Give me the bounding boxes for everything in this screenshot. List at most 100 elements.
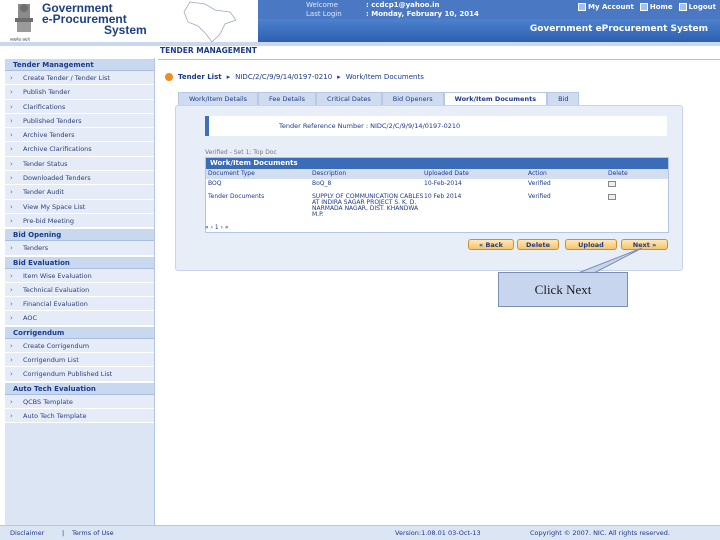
column-header: Document Type — [208, 170, 255, 177]
sidebar-section-auto-tech-evaluation[interactable]: Auto Tech Evaluation — [5, 381, 154, 395]
welcome-label: Welcome — [306, 1, 339, 9]
cell-uploaded-date: 10-Feb-2014 — [424, 180, 462, 187]
arrow-icon: › — [10, 74, 13, 82]
sidebar-item-aoc[interactable]: › AOC — [5, 311, 154, 326]
footer: Disclaimer | Terms of Use Version:1.08.0… — [0, 525, 720, 540]
sidebar-item-tenders[interactable]: › Tenders — [5, 241, 154, 256]
sidebar-item-archive-clarifications[interactable]: › Archive Clarifications — [5, 142, 154, 157]
table-caption: Work/Item Documents — [206, 158, 668, 169]
cell-description[interactable]: BoQ_8 — [312, 181, 424, 192]
column-header: Delete — [608, 170, 628, 177]
sidebar-item-my-space-list[interactable]: › View My Space List — [5, 199, 154, 214]
arrow-icon: › — [10, 145, 13, 154]
tab-work-item-details[interactable]: Work/Item Details — [178, 92, 259, 105]
sidebar-item-qcbs-template[interactable]: › QCBS Template — [5, 394, 154, 409]
arrow-icon: › — [10, 102, 13, 111]
arrow-icon: › — [10, 300, 13, 309]
sidebar-item-corrigendum-published-list[interactable]: › Corrigendum Published List — [5, 367, 154, 382]
table-row: BOQ BoQ_8 10-Feb-2014 Verified — [206, 179, 668, 192]
sidebar-item-label: View My Space List — [23, 202, 86, 211]
breadcrumb-tender-id[interactable]: NIDC/2/C/9/9/14/0197-0210 — [235, 73, 332, 81]
column-header: Uploaded Date — [424, 170, 469, 177]
sidebar-item-label: Technical Evaluation — [23, 285, 90, 294]
delete-checkbox[interactable] — [608, 194, 616, 200]
table-pager[interactable]: « ‹ 1 › » — [205, 224, 229, 231]
sidebar-item-downloaded-tenders[interactable]: › Downloaded Tenders — [5, 171, 154, 186]
state-emblem-icon — [15, 4, 33, 32]
chevron-right-icon: ▸ — [226, 73, 231, 81]
column-header: Action — [528, 170, 547, 177]
delete-button[interactable]: Delete — [517, 239, 559, 250]
cell-action[interactable]: Verified — [528, 181, 608, 192]
breadcrumb-tender-list[interactable]: Tender List — [178, 73, 222, 81]
system-title-bar: Government eProcurement System — [258, 19, 720, 42]
sidebar: Tender Management › Create Tender / Tende… — [5, 58, 155, 528]
arrow-icon: › — [10, 370, 13, 379]
sidebar-item-create-corrigendum[interactable]: › Create Corrigendum — [5, 338, 154, 354]
sidebar-section-tender-management[interactable]: Tender Management — [5, 58, 154, 71]
tab-work-item-documents[interactable]: Work/Item Documents — [443, 92, 548, 105]
table-row: Tender Documents SUPPLY OF COMMUNICATION… — [206, 192, 668, 222]
header: सत्यमेव जयते Government e-Procurement Sy… — [0, 0, 720, 44]
home-label: Home — [649, 3, 673, 11]
tab-fee-details[interactable]: Fee Details — [258, 92, 317, 105]
brand-line: System — [104, 23, 147, 37]
sidebar-item-label: Corrigendum List — [23, 356, 79, 365]
site-brand[interactable]: Government e-Procurement System — [42, 2, 147, 37]
delete-checkbox[interactable] — [608, 181, 616, 187]
sidebar-item-tender-audit[interactable]: › Tender Audit — [5, 185, 154, 200]
sidebar-item-financial-evaluation[interactable]: › Financial Evaluation — [5, 297, 154, 312]
sidebar-section-bid-opening[interactable]: Bid Opening — [5, 228, 154, 242]
sidebar-item-label: Corrigendum Published List — [23, 370, 113, 379]
tab-bid-openers[interactable]: Bid Openers — [381, 92, 444, 105]
breadcrumb-current: Work/Item Documents — [345, 73, 424, 81]
sidebar-item-label: Tender Status — [23, 159, 68, 168]
work-item-documents-table: Work/Item Documents Document Type Descri… — [205, 157, 669, 233]
last-login-value: : Monday, February 10, 2014 — [366, 10, 479, 18]
sidebar-item-tender-status[interactable]: › Tender Status — [5, 156, 154, 172]
arrow-icon: › — [10, 131, 13, 140]
sidebar-item-create-tender[interactable]: › Create Tender / Tender List — [5, 71, 154, 86]
sidebar-item-auto-tech-template[interactable]: › Auto Tech Template — [5, 408, 154, 424]
callout-pointer-icon — [577, 248, 643, 274]
logout-link[interactable]: Logout — [678, 3, 716, 11]
sidebar-item-technical-evaluation[interactable]: › Technical Evaluation — [5, 282, 154, 298]
terms-link[interactable]: Terms of Use — [72, 529, 114, 537]
sidebar-item-label: Archive Tenders — [23, 131, 75, 140]
sidebar-section-bid-evaluation[interactable]: Bid Evaluation — [5, 255, 154, 269]
arrow-icon: › — [10, 314, 13, 323]
sidebar-item-label: Financial Evaluation — [23, 300, 88, 309]
sidebar-item-label: Published Tenders — [23, 116, 82, 125]
tab-critical-dates[interactable]: Critical Dates — [316, 92, 382, 105]
sidebar-item-label: AOC — [23, 314, 37, 323]
my-account-link[interactable]: My Account — [578, 3, 634, 11]
breadcrumb: Tender List ▸ NIDC/2/C/9/9/14/0197-0210 … — [165, 73, 424, 81]
cell-action[interactable]: Verified — [528, 194, 608, 222]
sidebar-item-item-wise-evaluation[interactable]: › Item Wise Evaluation — [5, 268, 154, 283]
sidebar-item-label: Create Corrigendum — [23, 341, 90, 350]
sidebar-item-publish-tender[interactable]: › Publish Tender — [5, 85, 154, 100]
arrow-icon: › — [10, 174, 13, 183]
sidebar-item-archive-tenders[interactable]: › Archive Tenders — [5, 128, 154, 143]
logout-icon — [678, 3, 687, 11]
sidebar-item-corrigendum-list[interactable]: › Corrigendum List — [5, 353, 154, 368]
arrow-icon: › — [10, 88, 13, 97]
home-icon — [639, 3, 648, 11]
sidebar-section-corrigendum[interactable]: Corrigendum — [5, 325, 154, 339]
arrow-icon: › — [10, 271, 13, 280]
welcome-value: : ccdcp1@yahoo.in — [366, 1, 440, 9]
sidebar-item-clarifications[interactable]: › Clarifications — [5, 99, 154, 114]
disclaimer-link[interactable]: Disclaimer — [10, 529, 44, 537]
cell-document-type: BOQ — [208, 180, 222, 187]
arrow-icon: › — [10, 116, 13, 125]
tab-bid[interactable]: Bid — [547, 92, 580, 105]
sidebar-item-prebid-meeting[interactable]: › Pre-bid Meeting — [5, 213, 154, 229]
sidebar-item-label: Downloaded Tenders — [23, 174, 91, 183]
home-link[interactable]: Home — [639, 3, 673, 11]
sidebar-item-published-tenders[interactable]: › Published Tenders — [5, 113, 154, 129]
back-button[interactable]: « Back — [468, 239, 514, 250]
cell-description[interactable]: SUPPLY OF COMMUNICATION CABLES AT INDIRA… — [312, 194, 424, 222]
chevron-right-icon: ▸ — [337, 73, 341, 81]
sidebar-item-label: Tender Audit — [23, 188, 64, 197]
sidebar-item-label: Publish Tender — [23, 88, 71, 97]
